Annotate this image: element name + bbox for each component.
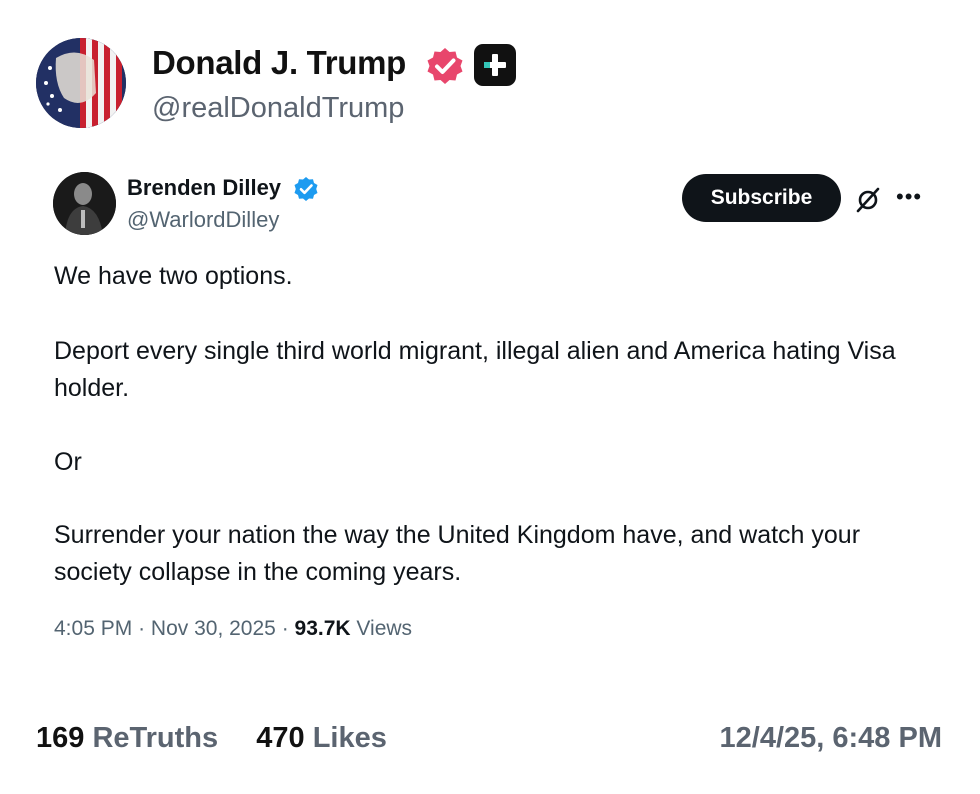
subscribe-button[interactable]: Subscribe xyxy=(682,174,841,222)
likes-label[interactable]: Likes xyxy=(313,722,387,754)
author-avatar[interactable] xyxy=(36,38,126,128)
post-paragraph: We have two options. xyxy=(54,262,293,290)
post-paragraph: Surrender your nation the way the United… xyxy=(54,521,861,586)
embedded-avatar-image xyxy=(53,172,116,235)
author-display-name[interactable]: Donald J. Trump xyxy=(152,44,406,82)
engagement-stats: 169 ReTruths 470 Likes xyxy=(36,722,387,755)
retruths-count[interactable]: 169 xyxy=(36,722,84,754)
embedded-verified-icon xyxy=(294,177,318,201)
grok-icon[interactable] xyxy=(854,186,882,214)
post-paragraph: Or xyxy=(54,448,82,476)
post-timestamp[interactable]: 12/4/25, 6:48 PM xyxy=(720,722,942,755)
post-date[interactable]: Nov 30, 2025 xyxy=(151,617,276,640)
plus-badge-icon xyxy=(474,44,516,86)
verified-badge-icon xyxy=(427,48,463,84)
meta-separator: · xyxy=(138,617,146,640)
embedded-handle[interactable]: @WarlordDilley xyxy=(127,207,279,233)
retruths-label[interactable]: ReTruths xyxy=(92,722,218,754)
likes-count[interactable]: 470 xyxy=(256,722,304,754)
post-time[interactable]: 4:05 PM xyxy=(54,617,132,640)
post-paragraph: Deport every single third world migrant,… xyxy=(54,337,896,402)
views-label: Views xyxy=(356,617,413,640)
more-icon[interactable]: ••• xyxy=(896,184,922,210)
meta-separator: · xyxy=(281,617,289,640)
embedded-display-name[interactable]: Brenden Dilley xyxy=(127,175,281,201)
views-count: 93.7K xyxy=(294,617,351,640)
author-handle[interactable]: @realDonaldTrump xyxy=(152,92,404,125)
avatar-image xyxy=(36,38,126,128)
post-meta: 4:05 PM · Nov 30, 2025 · 93.7K Views xyxy=(54,617,412,641)
embedded-avatar[interactable] xyxy=(53,172,116,235)
